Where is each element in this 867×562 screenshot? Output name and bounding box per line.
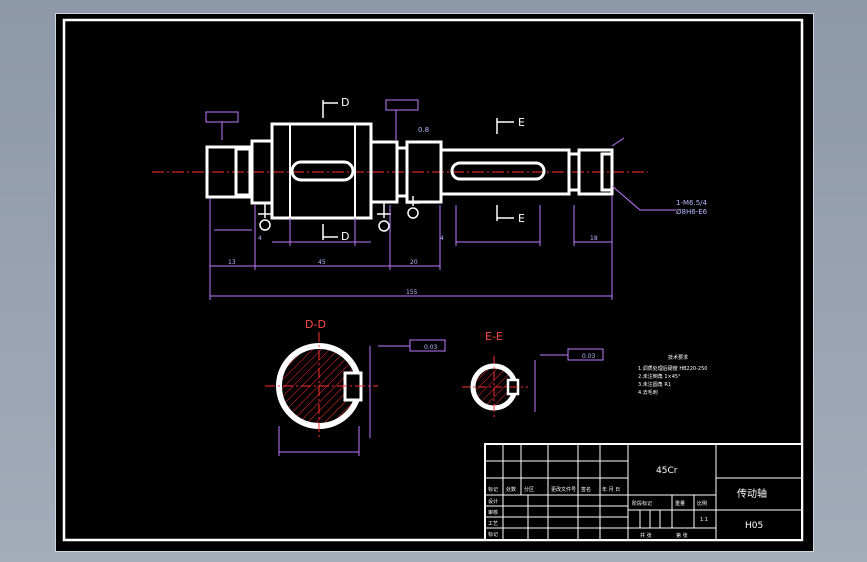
- dim-overall: 155: [406, 289, 418, 296]
- shaft-collar: [270, 122, 373, 220]
- drawing-number: H05: [745, 521, 763, 531]
- title-block: 45Cr 传动轴 H05 标记 处数 分区 更改文件号 签名 年 月 日 设计 …: [484, 443, 803, 541]
- tb-header-6: 年 月 日: [602, 486, 620, 493]
- sheet-total: 共 张: [640, 532, 652, 539]
- tb-header-2: 处数: [506, 486, 516, 493]
- tb-header-3: 分区: [524, 486, 534, 493]
- cut-e-bottom-label: E: [518, 212, 525, 225]
- tech-req-line-1: 1.调质处理后硬度 HB220-250: [638, 365, 707, 372]
- tech-req-line-4: 4.去毛刺: [638, 389, 658, 396]
- dim-seg-3: 20: [410, 259, 418, 266]
- material-label: 45Cr: [656, 466, 678, 476]
- tolerance-frames-top: [205, 99, 419, 140]
- surface-finish-note: 0.8: [418, 126, 429, 134]
- dim-small-2: 4: [440, 235, 444, 242]
- tech-req-title: 技术要求: [668, 354, 688, 361]
- technical-requirements: 技术要求 1.调质处理后硬度 HB220-250 2.未注倒角 1×45° 3.…: [638, 354, 707, 396]
- tech-req-line-3: 3.未注圆角 R1: [638, 381, 671, 388]
- drawing-canvas: D D E E 0.8 1-M6.5/4 Ø8H6-E6 155 13 45 2…: [62, 18, 804, 542]
- tb-header-1: 标记: [488, 486, 498, 493]
- dim-seg-2: 45: [318, 259, 326, 266]
- cad-viewport: D D E E 0.8 1-M6.5/4 Ø8H6-E6 155 13 45 2…: [0, 0, 867, 562]
- keyway-long: [450, 161, 546, 181]
- section-d-label: D-D: [305, 318, 326, 331]
- section-e-label: E-E: [485, 330, 503, 343]
- tb-row-1: 设计: [488, 498, 498, 505]
- weight-label: 重量: [675, 500, 685, 507]
- scale-label: 比例: [697, 500, 707, 507]
- dim-small-1: 4: [258, 235, 262, 242]
- section-d-view: [265, 332, 410, 456]
- tb-row-3: 工艺: [488, 521, 498, 527]
- cut-d-bottom-label: D: [341, 230, 349, 243]
- thread-callout-leader: [611, 137, 676, 211]
- stage-label: 阶段标记: [632, 500, 652, 507]
- section-e-view: [462, 354, 568, 418]
- dim-small-3: 18: [590, 235, 598, 242]
- thread-callout-1: 1-M6.5/4: [676, 199, 708, 207]
- tb-header-5: 签名: [581, 486, 591, 493]
- dimension-lines: [209, 196, 613, 300]
- tb-row-2: 审核: [488, 509, 498, 516]
- tolerance-box-1-text: 0.03: [424, 344, 438, 351]
- tolerance-box-2-text: 0.03: [582, 353, 596, 360]
- cut-e-top-label: E: [518, 116, 525, 129]
- tb-header-4: 更改文件号: [551, 486, 576, 493]
- tech-req-line-2: 2.未注倒角 1×45°: [638, 373, 681, 380]
- sheet-current: 第 张: [676, 532, 688, 539]
- keyway-collar: [290, 160, 355, 182]
- part-name: 传动轴: [737, 487, 767, 500]
- shaft-main-view: [205, 122, 614, 220]
- cut-d-top-label: D: [341, 96, 349, 109]
- scale-value: 1:1: [700, 517, 708, 523]
- dim-seg-1: 13: [228, 259, 236, 266]
- thread-callout-2: Ø8H6-E6: [676, 208, 708, 216]
- tb-row-4: 标记: [488, 531, 498, 538]
